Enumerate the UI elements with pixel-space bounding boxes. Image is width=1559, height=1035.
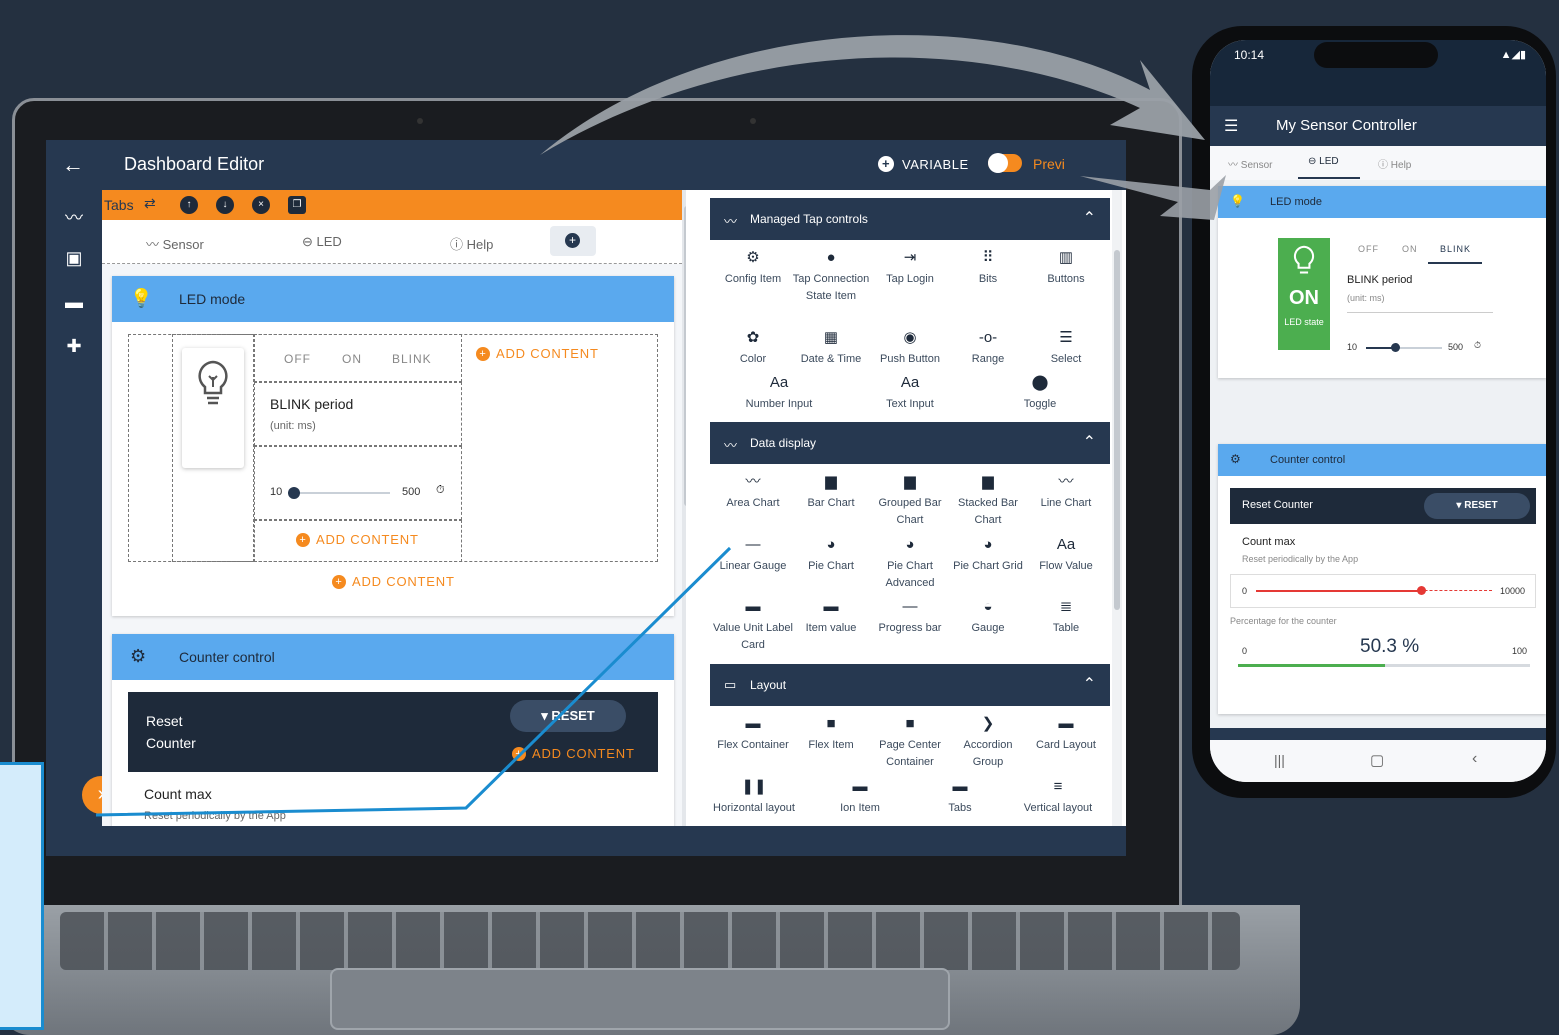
callout-box bbox=[0, 762, 44, 1030]
arrow-to-phone bbox=[1080, 175, 1226, 220]
callout-line bbox=[95, 546, 732, 817]
overlay-graphics bbox=[95, 35, 1226, 817]
curved-arrow bbox=[540, 35, 1205, 155]
